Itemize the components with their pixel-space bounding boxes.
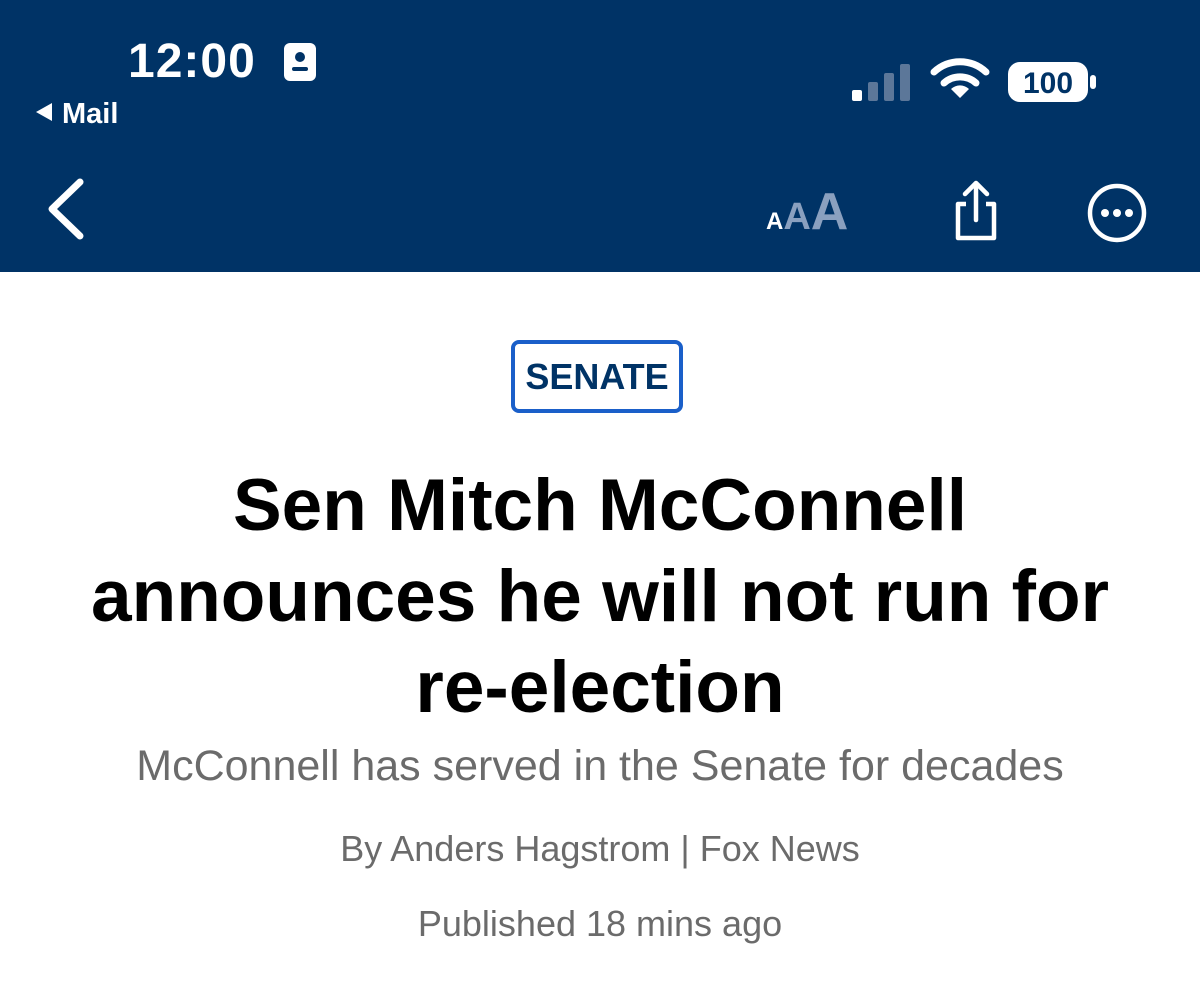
- article-subheadline: McConnell has served in the Senate for d…: [136, 742, 1064, 790]
- category-tag[interactable]: SENATE: [511, 340, 683, 413]
- text-size-large-glyph: A: [810, 183, 849, 241]
- id-card-icon: [284, 43, 316, 81]
- wifi-icon: [930, 58, 990, 98]
- published-time: Published 18 mins ago: [417, 903, 783, 944]
- cellular-signal-icon: [852, 64, 910, 101]
- chevron-left-icon[interactable]: [40, 176, 90, 242]
- headline-line: announces he will not run for: [91, 556, 1109, 637]
- back-triangle-icon: [36, 103, 52, 121]
- battery-icon: 100: [1008, 62, 1096, 102]
- headline-line: Sen Mitch McConnell: [232, 465, 968, 546]
- text-size-medium-glyph: A: [783, 196, 811, 238]
- article-byline[interactable]: By Anders Hagstrom | Fox News: [20, 828, 1180, 870]
- app-header: 12:00 Mail 100 AAA: [0, 0, 1200, 272]
- text-size-small-glyph: A: [766, 208, 784, 235]
- battery-level-text: 100: [1023, 67, 1073, 100]
- back-app-label: Mail: [62, 98, 119, 130]
- headline-line: re-election: [415, 647, 785, 728]
- text-size-button[interactable]: AAA: [766, 182, 866, 241]
- more-options-icon[interactable]: [1086, 182, 1148, 244]
- back-to-mail-link[interactable]: Mail: [36, 98, 118, 131]
- share-icon[interactable]: [950, 180, 1002, 242]
- article-headline: Sen Mitch McConnell announces he will no…: [40, 460, 1160, 733]
- status-time: 12:00: [128, 35, 256, 88]
